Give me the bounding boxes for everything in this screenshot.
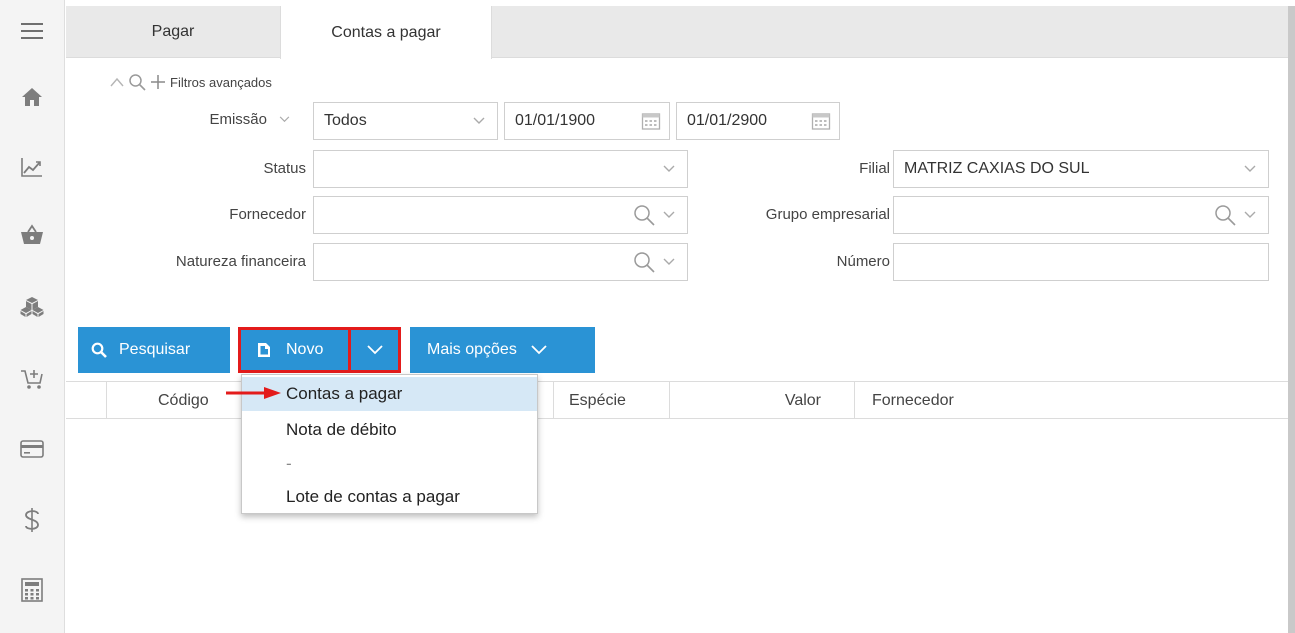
window-edge [1288,6,1295,633]
cart-add-icon[interactable] [12,362,52,396]
card-icon[interactable] [12,432,52,466]
novo-button-label: Novo [286,341,324,358]
advanced-filters-label: Filtros avançados [170,74,272,90]
novo-dropdown-toggle[interactable] [351,327,401,373]
emissao-period-value: Todos [324,112,367,129]
search-icon [129,74,146,91]
chevron-down-icon [279,116,290,123]
filial-select[interactable]: MATRIZ CAXIAS DO SUL [893,150,1269,188]
tab-pagar[interactable]: Pagar [66,6,280,58]
tab-bar: Pagar Contas a pagar [66,6,1288,59]
calendar-icon[interactable] [811,111,831,131]
date-from-value: 01/01/1900 [515,112,596,129]
grupo-empresarial-lookup[interactable] [893,196,1269,234]
menu-icon[interactable] [12,14,52,48]
emissao-period-select[interactable]: Todos [313,102,498,140]
column-separator [553,382,554,419]
column-header-valor[interactable]: Valor [666,382,821,419]
status-label: Status [263,160,306,177]
basket-icon[interactable] [12,218,52,252]
calculator-icon[interactable] [12,573,52,607]
search-icon[interactable] [1214,204,1236,226]
more-options-button[interactable]: Mais opções [410,327,595,373]
calendar-icon[interactable] [641,111,661,131]
fornecedor-lookup[interactable] [313,196,688,234]
chevron-down-icon [473,117,485,124]
emissao-selector[interactable]: Emissão [190,111,290,128]
status-select[interactable] [313,150,688,188]
menu-item-contas-a-pagar[interactable]: Contas a pagar [242,377,537,411]
tab-label: Pagar [151,23,195,40]
tab-contas-a-pagar[interactable]: Contas a pagar [280,6,492,59]
menu-item-lote-de-contas-a-pagar[interactable]: Lote de contas a pagar [242,480,537,514]
plus-icon [151,75,165,89]
natureza-financeira-lookup[interactable] [313,243,688,281]
chevron-down-icon [663,211,675,218]
search-icon[interactable] [633,251,655,273]
menu-item-nota-de-debito[interactable]: Nota de débito [242,413,537,447]
red-arrow-annotation [226,387,281,399]
chevron-down-icon [366,345,383,355]
column-separator [854,382,855,419]
numero-input[interactable] [893,243,1269,281]
column-header-especie[interactable]: Espécie [569,382,626,419]
numero-label: Número [836,253,890,270]
search-icon [91,342,107,358]
column-header-codigo[interactable]: Código [158,382,209,419]
chevron-down-icon [1244,165,1256,172]
search-button-label: Pesquisar [119,341,191,358]
novo-button[interactable]: Novo [238,327,351,373]
dollar-icon[interactable] [12,503,52,537]
advanced-filters-toggle[interactable]: Filtros avançados [110,73,272,91]
chevron-down-icon [663,258,675,265]
tab-label: Contas a pagar [331,23,441,41]
side-rail [0,0,65,633]
chevron-down-icon [1244,211,1256,218]
search-button[interactable]: Pesquisar [78,327,230,373]
column-header-fornecedor[interactable]: Fornecedor [872,382,954,419]
chevron-up-icon [110,77,124,87]
search-icon[interactable] [633,204,655,226]
more-options-label: Mais opções [427,341,517,358]
date-to-value: 01/01/2900 [687,112,768,129]
filial-label: Filial [859,160,890,177]
document-icon [258,343,270,357]
chart-icon[interactable] [12,150,52,184]
column-separator [106,382,107,419]
boxes-icon[interactable] [12,290,52,324]
natureza-financeira-label: Natureza financeira [175,253,306,270]
chevron-down-icon [663,165,675,172]
menu-item-separator: - [286,454,292,473]
date-from-field[interactable]: 01/01/1900 [504,102,670,140]
fornecedor-label: Fornecedor [229,206,306,223]
filial-value: MATRIZ CAXIAS DO SUL [904,160,1090,177]
emissao-label: Emissão [209,111,267,128]
home-icon[interactable] [12,80,52,114]
chevron-down-icon [531,345,547,355]
date-to-field[interactable]: 01/01/2900 [676,102,840,140]
novo-dropdown-menu: Contas a pagar Nota de débito - Lote de … [241,374,538,514]
grupo-empresarial-label: Grupo empresarial [765,206,890,223]
